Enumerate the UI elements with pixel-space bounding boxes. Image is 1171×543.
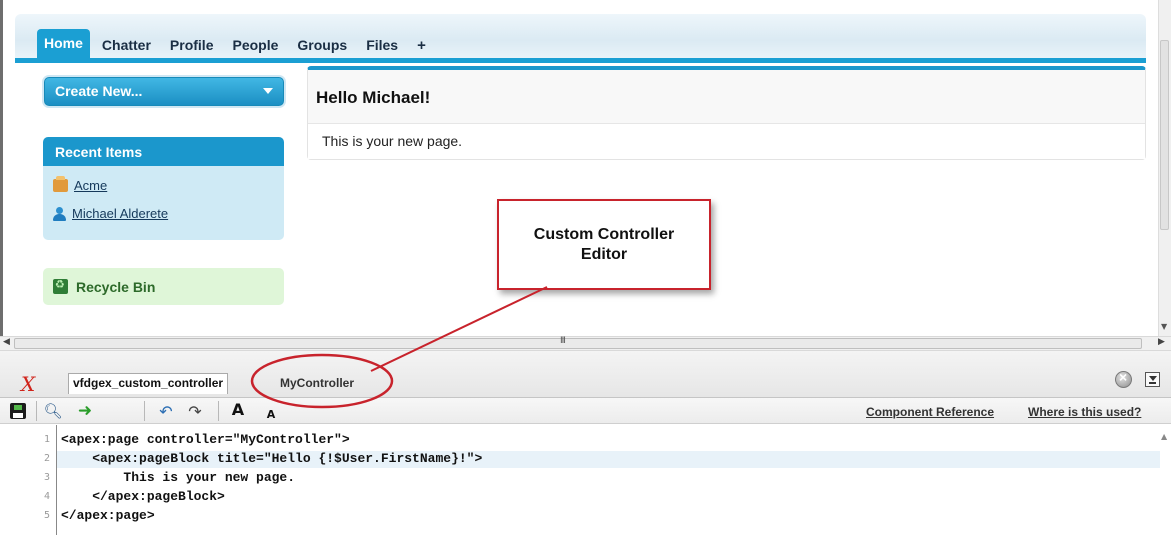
horizontal-scroll-thumb[interactable] (14, 338, 1142, 349)
page-block-body: This is your new page. (308, 124, 1145, 159)
recent-item-label[interactable]: Michael Alderete (72, 206, 168, 221)
create-new-button[interactable]: Create New... (44, 77, 284, 106)
code-line[interactable]: </apex:pageBlock> (61, 489, 225, 504)
window-edge (0, 0, 3, 340)
line-number: 3 (44, 472, 51, 483)
page-block-title: Hello Michael! (316, 88, 431, 107)
scroll-right-arrow-icon[interactable]: ▶ (1158, 337, 1165, 347)
toolbar-divider (144, 401, 145, 421)
line-number: 2 (44, 453, 51, 464)
development-mode-logo-icon: X (21, 372, 36, 396)
recent-items-list: Acme Michael Alderete (43, 166, 284, 240)
increase-font-button[interactable]: A (230, 400, 246, 419)
code-line[interactable]: This is your new page. (61, 470, 295, 485)
dev-tab-page[interactable]: vfdgex_custom_controller (68, 373, 229, 394)
line-number: 5 (44, 510, 51, 521)
tab-add-plus-icon[interactable]: + (410, 33, 433, 58)
chevron-down-icon (263, 88, 273, 94)
page-block: Hello Michael! This is your new page. (307, 66, 1146, 160)
recent-item-label[interactable]: Acme (74, 178, 107, 193)
find-next-icon[interactable]: ➜ (77, 401, 93, 421)
component-reference-link[interactable]: Component Reference (866, 405, 994, 419)
save-icon[interactable] (10, 403, 26, 419)
undo-icon[interactable]: ↶ (158, 402, 174, 421)
line-number: 4 (44, 491, 51, 502)
tab-people[interactable]: People (226, 33, 286, 57)
tab-home[interactable]: Home (37, 29, 90, 61)
where-is-this-used-link[interactable]: Where is this used? (1028, 405, 1141, 419)
recycle-bin-link[interactable]: Recycle Bin (43, 268, 284, 305)
code-line[interactable]: </apex:page> (61, 508, 155, 523)
toolbar-divider (36, 401, 37, 421)
dev-tab-controller[interactable]: MyController (280, 376, 354, 390)
annotation-callout: Custom Controller Editor (497, 199, 711, 290)
tab-list: Home Chatter Profile People Groups Files… (37, 29, 438, 61)
tab-groups[interactable]: Groups (290, 33, 354, 57)
toolbar-divider (218, 401, 219, 421)
person-icon (53, 206, 66, 221)
create-new-label: Create New... (55, 83, 143, 99)
scroll-left-arrow-icon[interactable]: ◀ (3, 337, 10, 347)
recent-item-acme[interactable]: Acme (53, 176, 107, 193)
tab-chatter[interactable]: Chatter (95, 33, 158, 57)
decrease-font-button[interactable]: A (263, 406, 279, 422)
tab-files[interactable]: Files (359, 33, 405, 57)
gutter-divider (56, 425, 57, 535)
search-icon[interactable]: 🔍︎ (43, 402, 62, 420)
line-number: 1 (44, 434, 51, 445)
editor-toolbar (0, 398, 1171, 424)
code-line[interactable]: <apex:pageBlock title="Hello {!$User.Fir… (61, 451, 482, 466)
scroll-grip-icon: III (560, 336, 566, 346)
account-icon (53, 176, 68, 192)
tab-profile[interactable]: Profile (163, 33, 221, 57)
recycle-bin-icon (53, 278, 68, 294)
close-icon[interactable] (1115, 369, 1132, 388)
tab-bar: Home Chatter Profile People Groups Files… (15, 14, 1146, 63)
editor-scroll-up-icon[interactable]: ▲ (1161, 432, 1167, 441)
recent-items-header: Recent Items (43, 137, 284, 166)
recycle-bin-label: Recycle Bin (76, 278, 156, 295)
scroll-down-arrow-icon[interactable]: ▼ (1161, 322, 1167, 331)
redo-icon[interactable]: ↷ (187, 402, 203, 421)
collapse-icon[interactable] (1145, 372, 1160, 387)
code-line[interactable]: <apex:page controller="MyController"> (61, 432, 350, 447)
vertical-scroll-thumb[interactable] (1160, 40, 1169, 230)
recent-item-michael[interactable]: Michael Alderete (53, 206, 168, 221)
